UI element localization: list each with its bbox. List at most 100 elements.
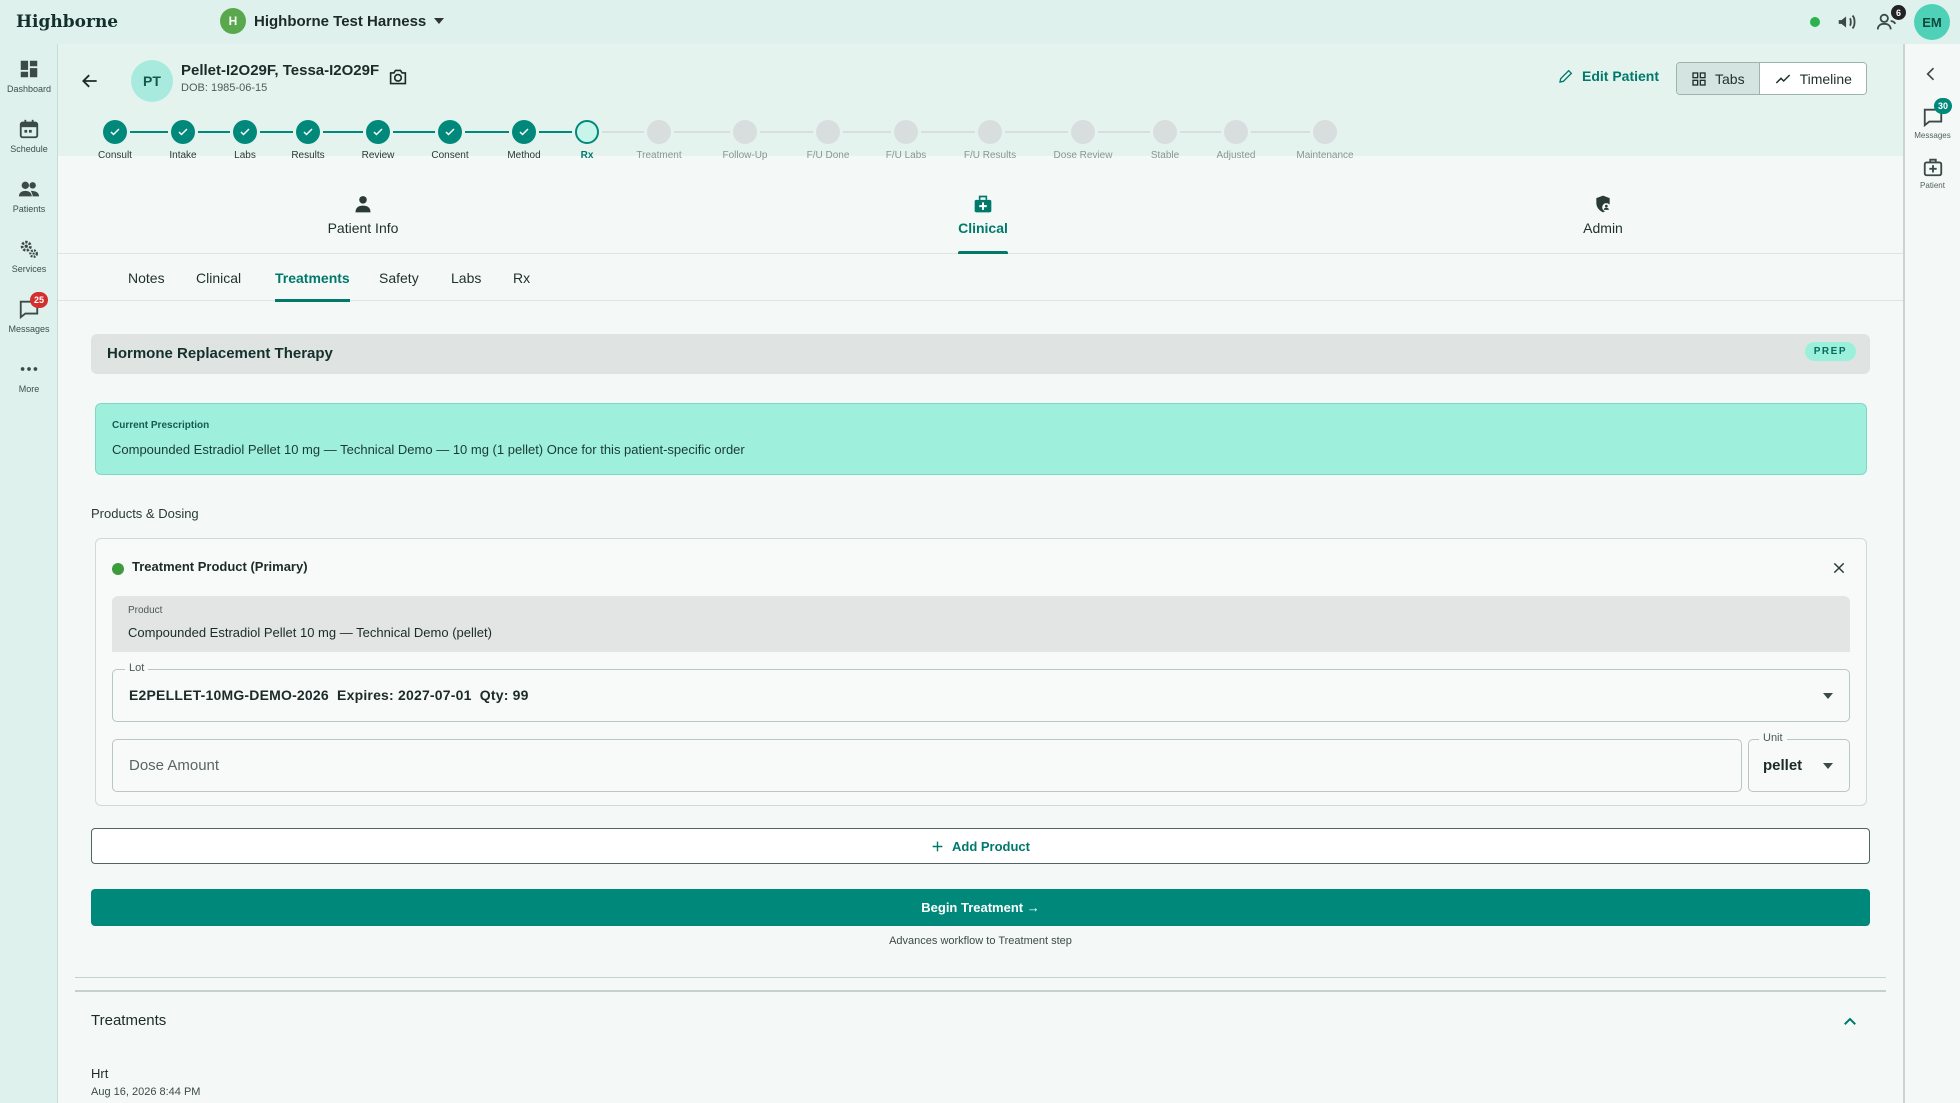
subtab-rx[interactable]: Rx [513, 255, 530, 301]
step-dose-review[interactable]: Dose Review [1043, 120, 1123, 161]
check-icon [512, 120, 536, 144]
therapy-header[interactable]: Hormone Replacement Therapy PREP [91, 334, 1870, 374]
nav-more[interactable]: More [0, 358, 58, 394]
subtab-labs[interactable]: Labs [451, 255, 481, 301]
add-product-button[interactable]: Add Product [91, 828, 1870, 864]
pending-step-dot [978, 120, 1002, 144]
begin-treatment-button[interactable]: Begin Treatment → [91, 889, 1870, 926]
top-actions: 6 EM [1810, 4, 1950, 40]
divider [75, 977, 1886, 978]
nav-dashboard[interactable]: Dashboard [0, 58, 58, 94]
collapse-rail-button[interactable] [1921, 64, 1941, 89]
step-adjusted[interactable]: Adjusted [1196, 120, 1276, 161]
subtab-safety[interactable]: Safety [379, 255, 419, 301]
nav-services[interactable]: Services [0, 238, 58, 274]
nav-messages[interactable]: 25 Messages [0, 292, 58, 334]
nav-label: More [18, 384, 40, 394]
step-label: Consult [98, 150, 132, 161]
check-icon [296, 120, 320, 144]
step-f-u-labs[interactable]: F/U Labs [866, 120, 946, 161]
step-label: Method [507, 150, 541, 161]
remove-product-button[interactable] [1828, 557, 1850, 579]
step-label: Labs [234, 150, 256, 161]
tabs-view-button[interactable]: Tabs [1677, 63, 1760, 94]
subtab-notes[interactable]: Notes [128, 255, 165, 301]
prescription-text: Compounded Estradiol Pellet 10 mg — Tech… [112, 442, 745, 457]
patient-dob: DOB: 1985-06-15 [181, 82, 268, 94]
subtab-clinical[interactable]: Clinical [196, 255, 241, 301]
user-avatar[interactable]: EM [1914, 4, 1950, 40]
subtab-treatments[interactable]: Treatments [275, 255, 350, 302]
product-card-title: Treatment Product (Primary) [132, 559, 308, 574]
step-review[interactable]: Review [338, 120, 418, 161]
close-icon [1833, 562, 1845, 574]
step-stable[interactable]: Stable [1125, 120, 1205, 161]
product-field-value: Compounded Estradiol Pellet 10 mg — Tech… [128, 625, 492, 640]
camera-icon [389, 69, 407, 85]
chevron-up-icon [1844, 1017, 1856, 1025]
tabs-view-label: Tabs [1715, 70, 1745, 87]
check-icon [103, 120, 127, 144]
add-product-label: Add Product [952, 838, 1030, 854]
back-button[interactable] [73, 64, 107, 98]
tab-admin[interactable]: Admin [1568, 176, 1638, 254]
photo-button[interactable] [388, 68, 408, 91]
announcements-button[interactable] [1834, 9, 1860, 35]
lot-select[interactable]: Lot E2PELLET-10MG-DEMO-2026 Expires: 202… [112, 662, 1850, 722]
tab-label: Clinical [958, 220, 1008, 236]
check-icon [233, 120, 257, 144]
treatment-item-date: Aug 16, 2026 8:44 PM [91, 1086, 201, 1098]
product-field-label: Product [128, 605, 163, 616]
dose-amount-input[interactable] [112, 739, 1742, 792]
product-field: Product Compounded Estradiol Pellet 10 m… [112, 596, 1850, 652]
step-f-u-results[interactable]: F/U Results [950, 120, 1030, 161]
left-sidebar: Dashboard Schedule Patients Services 25 … [0, 44, 58, 1103]
tab-patient-info[interactable]: Patient Info [288, 176, 438, 254]
gears-icon [20, 240, 38, 258]
collapse-treatments-button[interactable] [1838, 1010, 1862, 1034]
patient-header: PT Pellet-I2O29F, Tessa-I2O29F DOB: 1985… [58, 44, 1903, 161]
tab-label: Admin [1583, 220, 1623, 236]
medical-kit-icon [974, 195, 992, 213]
team-count-badge: 6 [1891, 5, 1906, 20]
step-label: Adjusted [1216, 150, 1256, 161]
nav-label: Dashboard [6, 84, 52, 94]
nav-schedule[interactable]: Schedule [0, 118, 58, 154]
pending-step-dot [816, 120, 840, 144]
patient-avatar: PT [131, 60, 173, 102]
rail-patient[interactable]: Patient [1905, 156, 1960, 190]
tab-clinical[interactable]: Clinical [958, 176, 1008, 254]
current-prescription-box: Current Prescription Compounded Estradio… [95, 403, 1867, 475]
step-f-u-done[interactable]: F/U Done [788, 120, 868, 161]
tab-label: Patient Info [327, 220, 399, 236]
workflow-stepper: Consult Intake Labs Results Review Consent Met… [58, 120, 1903, 180]
step-treatment[interactable]: Treatment [619, 120, 699, 161]
step-label: Consent [431, 150, 469, 161]
step-label: Intake [169, 150, 197, 161]
step-label: Stable [1150, 150, 1180, 161]
rail-messages[interactable]: 30 Messages [1905, 98, 1960, 140]
team-button[interactable]: 6 [1874, 5, 1906, 35]
edit-patient-button[interactable]: Edit Patient [1558, 68, 1659, 84]
brand-logo[interactable]: Highborne [16, 12, 118, 32]
chevron-down-icon [1823, 693, 1833, 699]
nav-patients[interactable]: Patients [0, 178, 58, 214]
pending-step-dot [1153, 120, 1177, 144]
step-maintenance[interactable]: Maintenance [1285, 120, 1365, 161]
unit-select[interactable]: Unit pellet [1748, 732, 1850, 792]
step-results[interactable]: Results [268, 120, 348, 161]
begin-treatment-label: Begin Treatment → [921, 900, 1040, 915]
treatments-section: Treatments Hrt Aug 16, 2026 8:44 PM [75, 990, 1886, 1103]
treatment-item-name[interactable]: Hrt [91, 1066, 108, 1081]
treatments-title: Treatments [91, 1012, 167, 1029]
step-label: Rx [580, 150, 594, 161]
timeline-view-button[interactable]: Timeline [1759, 63, 1866, 94]
products-dosing-title: Products & Dosing [91, 506, 199, 521]
step-label: F/U Results [963, 150, 1017, 161]
prescription-label: Current Prescription [112, 420, 210, 431]
step-rx[interactable]: Rx [547, 120, 627, 161]
step-follow-up[interactable]: Follow-Up [705, 120, 785, 161]
step-consent[interactable]: Consent [410, 120, 490, 161]
right-rail: 30 Messages Patient [1903, 44, 1960, 1103]
org-switcher[interactable]: H Highborne Test Harness [220, 8, 445, 34]
